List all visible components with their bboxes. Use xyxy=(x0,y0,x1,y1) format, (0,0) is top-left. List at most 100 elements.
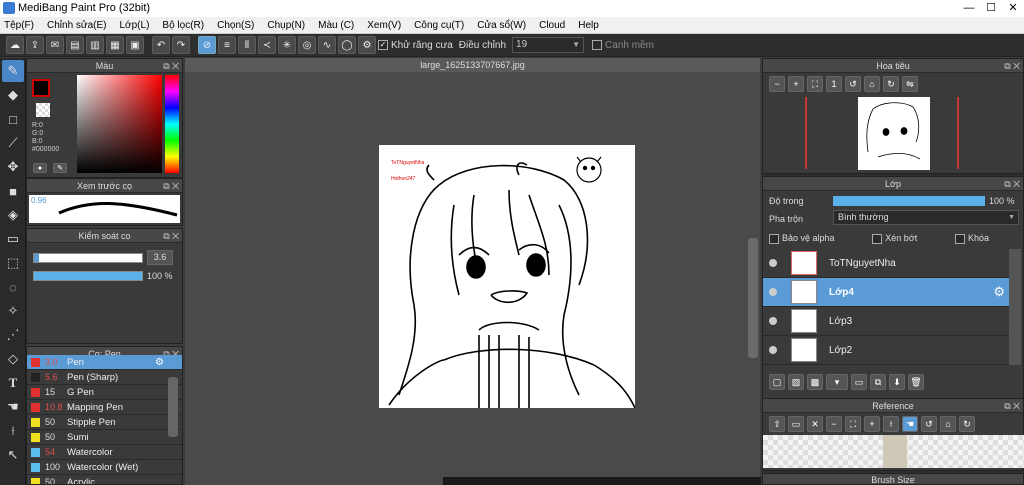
panel-buttons[interactable]: ⧉ ✕ xyxy=(163,229,179,243)
delete-layer-icon[interactable]: 🗑 xyxy=(908,374,924,390)
operation-tool-icon[interactable]: ↖ xyxy=(2,444,24,466)
brush-item[interactable]: 15 G Pen xyxy=(27,385,182,400)
smooth-toggle[interactable]: Canh mềm xyxy=(592,40,654,51)
brush-item[interactable]: 100 Watercolor (Wet) xyxy=(27,460,182,475)
page-icon[interactable]: ▥ xyxy=(86,36,104,54)
line-tool-icon[interactable]: ⟋ xyxy=(2,132,24,154)
panel-icon[interactable]: ▣ xyxy=(126,36,144,54)
gear-icon[interactable]: ⚙ xyxy=(993,284,1005,300)
brush-tool-icon[interactable]: ✎ xyxy=(2,60,24,82)
brush-list-scrollbar[interactable] xyxy=(168,377,178,437)
adjust-select[interactable]: 19 ▼ xyxy=(512,37,585,53)
duplicate-layer-icon[interactable]: ⧉ xyxy=(870,374,886,390)
layer-row[interactable]: Lớp4 ⚙ xyxy=(763,278,1009,307)
antialias-toggle[interactable]: ✓ Khử răng cưa xyxy=(378,40,453,51)
zoom-in-icon[interactable]: + xyxy=(864,416,880,432)
close-reference-icon[interactable]: ✕ xyxy=(807,416,823,432)
brush-item[interactable]: 10.8 Mapping Pen xyxy=(27,400,182,415)
brush-item[interactable]: 50 Sumi xyxy=(27,430,182,445)
zoom-in-icon[interactable]: + xyxy=(788,76,804,92)
radial-snap-icon[interactable]: ✳ xyxy=(278,36,296,54)
canvas-horizontal-scrollbar[interactable] xyxy=(443,477,761,485)
text-tool-icon[interactable]: T xyxy=(2,372,24,394)
blend-mode-select[interactable]: Bình thường ▼ xyxy=(833,210,1019,225)
layer-row[interactable]: ToTNguyetNha xyxy=(763,249,1009,278)
layer-opacity-slider[interactable] xyxy=(833,196,985,206)
brush-item[interactable]: 54 Watercolor xyxy=(27,445,182,460)
ellipse-snap-icon[interactable]: ◯ xyxy=(338,36,356,54)
perspective-snap-icon[interactable]: ≺ xyxy=(258,36,276,54)
cloud-icon[interactable]: ☁ xyxy=(6,36,24,54)
actual-size-icon[interactable]: 1 xyxy=(826,76,842,92)
clipping-option[interactable]: Xén bớt xyxy=(872,233,917,244)
lock-checkbox[interactable] xyxy=(954,233,965,244)
move-tool-icon[interactable]: ✥ xyxy=(2,156,24,178)
zoom-out-icon[interactable]: − xyxy=(769,76,785,92)
fit-icon[interactable]: ⛶ xyxy=(845,416,861,432)
layer-row[interactable]: Lớp3 xyxy=(763,307,1009,336)
grid-list-icon[interactable]: ▦ xyxy=(106,36,124,54)
menu-cloud[interactable]: Cloud xyxy=(539,20,565,31)
curve-snap-icon[interactable]: ∿ xyxy=(318,36,336,54)
eye-icon[interactable] xyxy=(769,346,777,354)
lasso-tool-icon[interactable]: ◌ xyxy=(2,276,24,298)
snap-off-icon[interactable]: ⊘ xyxy=(198,36,216,54)
new-layer-icon[interactable]: ▢ xyxy=(769,374,785,390)
antialias-checkbox[interactable]: ✓ xyxy=(378,40,388,50)
vertical-snap-icon[interactable]: ⦀ xyxy=(238,36,256,54)
brush-opacity-slider[interactable] xyxy=(33,271,143,281)
zoom-out-icon[interactable]: − xyxy=(826,416,842,432)
menu-tools[interactable]: Công cụ(T) xyxy=(414,20,464,31)
new-halftone-layer-icon[interactable]: ▨ xyxy=(788,374,804,390)
layer-row[interactable]: Lớp2 xyxy=(763,336,1009,365)
menu-layer[interactable]: Lớp(L) xyxy=(120,20,150,31)
brush-item[interactable]: 50 Acrylic xyxy=(27,475,182,484)
brush-item[interactable]: 3.0 Pen ⚙ xyxy=(27,355,182,370)
smooth-checkbox[interactable] xyxy=(592,40,603,50)
upload-icon[interactable]: ⇧ xyxy=(769,416,785,432)
flip-icon[interactable]: ⇋ xyxy=(902,76,918,92)
menu-edit[interactable]: Chỉnh sửa(E) xyxy=(47,20,107,31)
color-mode-icon[interactable]: ● xyxy=(33,163,47,173)
brush-size-value[interactable]: 3.6 xyxy=(147,250,173,265)
layer-list-scrollbar[interactable] xyxy=(1009,249,1021,365)
rectangle-tool-icon[interactable]: □ xyxy=(2,108,24,130)
eraser-tool-icon[interactable]: ◆ xyxy=(2,84,24,106)
circle-snap-icon[interactable]: ◎ xyxy=(298,36,316,54)
panel-buttons[interactable]: ⧉ ✕ xyxy=(1004,59,1020,73)
rotate-right-icon[interactable]: ↻ xyxy=(959,416,975,432)
select-pen-tool-icon[interactable]: ⋰ xyxy=(2,324,24,346)
undo-icon[interactable]: ↶ xyxy=(152,36,170,54)
settings-icon[interactable]: ⚙ xyxy=(358,36,376,54)
redo-icon[interactable]: ↷ xyxy=(172,36,190,54)
eyedropper-tool-icon[interactable]: ⟊ xyxy=(2,420,24,442)
menu-select[interactable]: Chọn(S) xyxy=(217,20,254,31)
clipping-checkbox[interactable] xyxy=(872,233,883,244)
color-picker-icon[interactable]: ✎ xyxy=(53,163,67,173)
chat-icon[interactable]: ✉ xyxy=(46,36,64,54)
canvas-vertical-scrollbar[interactable] xyxy=(748,238,758,358)
rotate-left-icon[interactable]: ↺ xyxy=(845,76,861,92)
maximize-button[interactable]: ☐ xyxy=(980,0,1002,17)
canvas-area[interactable]: large_1625133707667.jpg ToTNguyetNha Hot… xyxy=(185,58,761,485)
panel-buttons[interactable]: ⧉ ✕ xyxy=(163,179,179,193)
new-1bit-layer-icon[interactable]: ▩ xyxy=(807,374,823,390)
parallel-snap-icon[interactable]: ≡ xyxy=(218,36,236,54)
document-tab[interactable]: large_1625133707667.jpg xyxy=(185,58,760,72)
secondary-color-swatch[interactable] xyxy=(36,103,50,117)
drawing-canvas[interactable]: ToTNguyetNha Hothon247 xyxy=(379,145,635,408)
document-icon[interactable]: ▤ xyxy=(66,36,84,54)
color-gradient-picker[interactable] xyxy=(77,75,162,173)
brush-size-slider[interactable] xyxy=(33,253,143,263)
share-icon[interactable]: ⇪ xyxy=(26,36,44,54)
hand-tool-icon[interactable]: ☚ xyxy=(2,396,24,418)
panel-buttons[interactable]: ⧉ ✕ xyxy=(1004,177,1020,191)
new-folder-icon[interactable]: ▭ xyxy=(851,374,867,390)
menu-file[interactable]: Tệp(F) xyxy=(4,20,34,31)
menu-snap[interactable]: Chụp(N) xyxy=(267,20,305,31)
fill-rect-tool-icon[interactable]: ■ xyxy=(2,180,24,202)
navigator-thumbnail[interactable] xyxy=(858,97,930,170)
bucket-tool-icon[interactable]: ◈ xyxy=(2,204,24,226)
open-folder-icon[interactable]: ▭ xyxy=(788,416,804,432)
lock-option[interactable]: Khóa xyxy=(954,233,989,244)
